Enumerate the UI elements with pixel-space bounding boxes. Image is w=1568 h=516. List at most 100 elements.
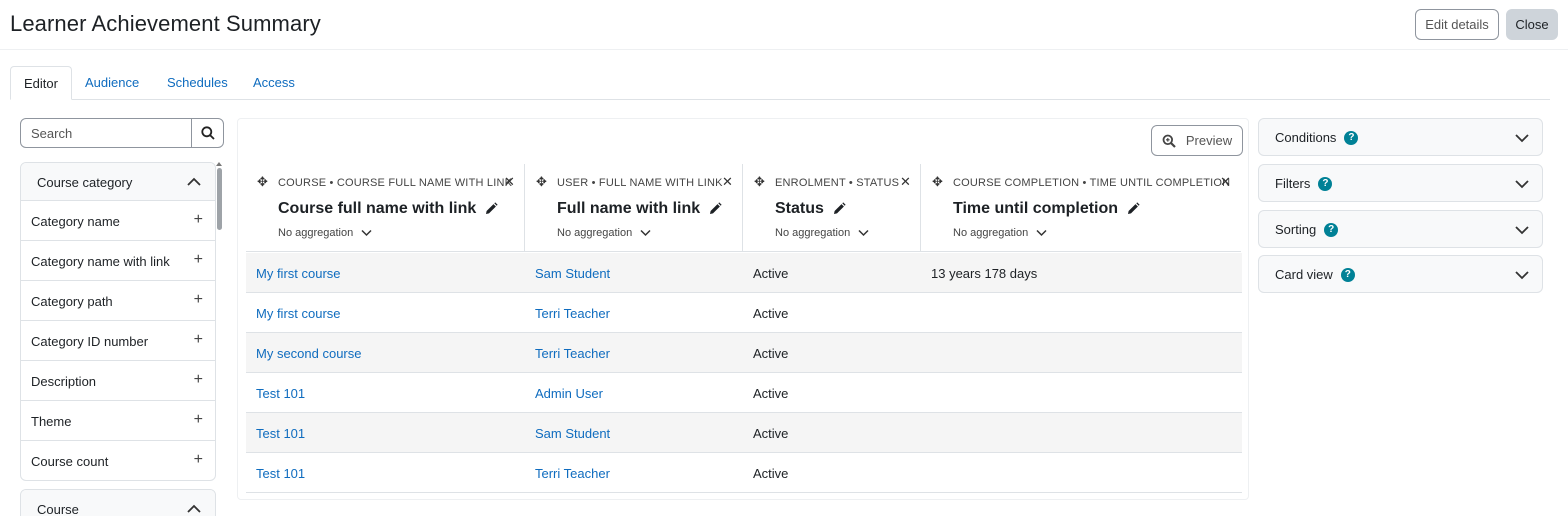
plus-icon[interactable]: + [194, 211, 203, 229]
user-link[interactable]: Admin User [535, 386, 603, 401]
aggregation-value: No aggregation [775, 227, 851, 239]
aggregation-select[interactable]: No aggregation [557, 227, 651, 239]
list-item[interactable]: Category name + [21, 201, 215, 241]
page-title: Learner Achievement Summary [10, 11, 321, 36]
edit-details-button[interactable]: Edit details [1415, 9, 1499, 40]
help-icon[interactable]: ? [1318, 176, 1333, 191]
sidebar-scrollbar[interactable] [217, 168, 222, 230]
item-label: Course count [31, 454, 109, 469]
close-icon[interactable]: ✕ [722, 174, 733, 190]
chevron-down-icon [1515, 177, 1529, 192]
move-icon[interactable]: ✥ [257, 174, 268, 190]
chevron-down-icon [858, 229, 869, 237]
list-item[interactable]: Course count + [21, 441, 215, 480]
table-row: My first course Terri Teacher Active [246, 293, 1242, 333]
tab-access[interactable]: Access [253, 66, 295, 100]
search-input[interactable]: Search [20, 118, 224, 148]
status-cell: Active [753, 346, 789, 361]
group-header[interactable]: Course [21, 490, 215, 516]
aggregation-value: No aggregation [953, 227, 1029, 239]
help-icon[interactable]: ? [1344, 130, 1359, 145]
course-link[interactable]: My second course [256, 346, 362, 361]
plus-icon[interactable]: + [194, 331, 203, 349]
close-button[interactable]: Close [1506, 9, 1558, 40]
list-item[interactable]: Category path + [21, 281, 215, 321]
course-link[interactable]: Test 101 [256, 386, 305, 401]
pencil-icon[interactable] [1126, 202, 1140, 216]
column-title-text: Status [775, 200, 824, 217]
tab-editor[interactable]: Editor [10, 66, 72, 100]
pencil-icon[interactable] [484, 202, 498, 216]
user-link[interactable]: Terri Teacher [535, 346, 610, 361]
panel-filters[interactable]: Filters? [1258, 164, 1543, 202]
table-row: Test 101 Sam Student Active [246, 413, 1242, 453]
aggregation-select[interactable]: No aggregation [775, 227, 869, 239]
course-link[interactable]: Test 101 [256, 426, 305, 441]
move-icon[interactable]: ✥ [536, 174, 547, 190]
column-header[interactable]: ✥ COURSE COMPLETION • TIME UNTIL COMPLET… [921, 164, 1241, 251]
close-icon[interactable]: ✕ [900, 174, 911, 190]
item-label: Category name [31, 214, 120, 229]
help-icon[interactable]: ? [1324, 222, 1339, 237]
plus-icon[interactable]: + [194, 411, 203, 429]
column-title[interactable]: Status [775, 200, 846, 218]
course-link[interactable]: My first course [256, 306, 341, 321]
column-title[interactable]: Time until completion [953, 200, 1140, 218]
column-header[interactable]: ✥ COURSE • COURSE FULL NAME WITH LINK ✕ … [246, 164, 525, 251]
course-link[interactable]: My first course [256, 266, 341, 281]
preview-button[interactable]: Preview [1151, 125, 1243, 156]
column-title[interactable]: Full name with link [557, 200, 722, 218]
item-label: Theme [31, 414, 72, 429]
close-icon[interactable]: ✕ [504, 174, 515, 190]
panel-card-view[interactable]: Card view? [1258, 255, 1543, 293]
move-icon[interactable]: ✥ [754, 174, 765, 190]
list-item[interactable]: Category name with link + [21, 241, 215, 281]
panel-title: Filters? [1275, 176, 1333, 191]
status-cell: Active [753, 266, 789, 281]
plus-icon[interactable]: + [194, 451, 203, 469]
status-cell: Active [753, 466, 789, 481]
list-item[interactable]: Category ID number + [21, 321, 215, 361]
table-row: Test 101 Admin User Active [246, 373, 1242, 413]
close-icon[interactable]: ✕ [1220, 174, 1231, 190]
plus-icon[interactable]: + [194, 291, 203, 309]
column-header[interactable]: ✥ ENROLMENT • STATUS ✕ Status No aggrega… [743, 164, 921, 251]
user-link[interactable]: Terri Teacher [535, 306, 610, 321]
time-until-completion-cell: 13 years 178 days [931, 266, 1038, 281]
column-source: COURSE • COURSE FULL NAME WITH LINK [278, 177, 513, 189]
panel-title: Conditions? [1275, 130, 1359, 145]
aggregation-select[interactable]: No aggregation [278, 227, 372, 239]
group-course-category: Course category Category name + Category … [20, 162, 216, 481]
aggregation-value: No aggregation [278, 227, 354, 239]
panel-conditions[interactable]: Conditions? [1258, 118, 1543, 156]
panel-title: Sorting? [1275, 222, 1339, 237]
help-icon[interactable]: ? [1340, 267, 1355, 282]
report-editor: Preview ✥ COURSE • COURSE FULL NAME WITH… [237, 118, 1249, 500]
tab-audience[interactable]: Audience [85, 66, 139, 100]
group-course: Course [20, 489, 216, 516]
group-header[interactable]: Course category [21, 163, 215, 201]
tab-schedules[interactable]: Schedules [167, 66, 228, 100]
pencil-icon[interactable] [708, 202, 722, 216]
search-icon[interactable] [191, 119, 223, 147]
table-row: My second course Terri Teacher Active [246, 333, 1242, 373]
list-item[interactable]: Description + [21, 361, 215, 401]
plus-icon[interactable]: + [194, 371, 203, 389]
pencil-icon[interactable] [832, 202, 846, 216]
column-title[interactable]: Course full name with link [278, 200, 498, 218]
panel-sorting[interactable]: Sorting? [1258, 210, 1543, 248]
list-item[interactable]: Theme + [21, 401, 215, 441]
course-link[interactable]: Test 101 [256, 466, 305, 481]
aggregation-select[interactable]: No aggregation [953, 227, 1047, 239]
chevron-up-icon [187, 502, 201, 516]
user-link[interactable]: Sam Student [535, 266, 610, 281]
column-header[interactable]: ✥ USER • FULL NAME WITH LINK ✕ Full name… [525, 164, 743, 251]
status-cell: Active [753, 426, 789, 441]
chevron-down-icon [640, 229, 651, 237]
scroll-up-arrow[interactable] [216, 162, 222, 166]
plus-icon[interactable]: + [194, 251, 203, 269]
user-link[interactable]: Sam Student [535, 426, 610, 441]
item-label: Description [31, 374, 97, 389]
move-icon[interactable]: ✥ [932, 174, 943, 190]
user-link[interactable]: Terri Teacher [535, 466, 610, 481]
